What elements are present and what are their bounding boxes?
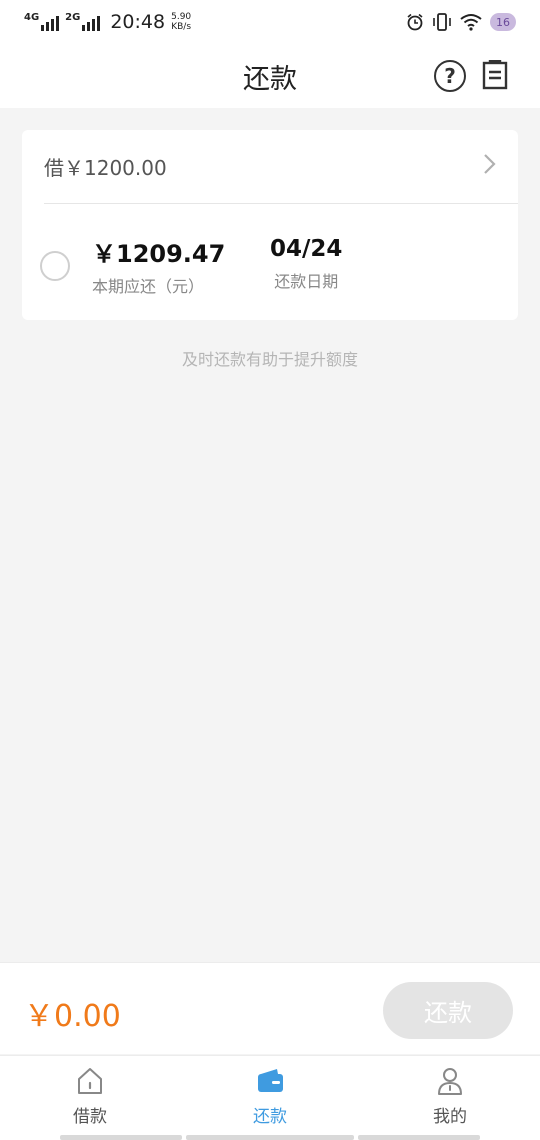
home-icon xyxy=(78,1068,102,1094)
wallet-icon xyxy=(258,1069,283,1092)
nav-hint-center xyxy=(186,1135,354,1140)
repay-button[interactable]: 还款 xyxy=(383,982,513,1039)
installment-amount: ￥1209.47 xyxy=(92,240,226,268)
battery-icon: 16 xyxy=(490,13,516,31)
tab-borrow[interactable]: 借款 xyxy=(30,1066,150,1136)
due-date: 04/24 xyxy=(270,236,343,262)
signal-2g-icon: 2G xyxy=(65,12,101,31)
tab-repay[interactable]: 还款 xyxy=(210,1066,330,1136)
status-left: 4G 2G 20:48 5.90 KB/s xyxy=(24,11,191,33)
user-icon xyxy=(438,1068,462,1095)
repayment-hint: 及时还款有助于提升额度 xyxy=(181,350,358,369)
due-date-label: 还款日期 xyxy=(274,272,339,291)
installment-select-radio[interactable] xyxy=(40,251,70,281)
battery-level: 16 xyxy=(496,15,510,29)
due-date-block: 04/24 还款日期 xyxy=(270,236,342,292)
pay-total: ￥0.00 xyxy=(24,999,121,1034)
help-button[interactable]: ? xyxy=(434,60,466,92)
vibrate-icon xyxy=(433,13,451,31)
tab-label-mine: 我的 xyxy=(433,1107,467,1127)
status-bar: 4G 2G 20:48 5.90 KB/s 16 xyxy=(0,0,540,44)
loan-amount: 借￥1200.00 xyxy=(44,155,167,180)
tab-label-borrow: 借款 xyxy=(73,1107,107,1127)
chevron-right-icon xyxy=(484,154,496,174)
network-speed-unit: KB/s xyxy=(171,22,192,32)
nav-hint-left xyxy=(60,1135,182,1140)
tab-bar: 借款 还款 我的 xyxy=(0,1055,540,1140)
installment-amount-block: ￥1209.47 本期应还（元） xyxy=(92,234,225,297)
loan-card: 借￥1200.00 ￥1209.47 本期应还（元） 04/24 还款日期 xyxy=(22,130,518,320)
loan-summary-row[interactable]: 借￥1200.00 xyxy=(22,130,518,202)
question-mark-icon: ? xyxy=(444,64,456,88)
network-type-1: 4G xyxy=(24,12,40,23)
records-button[interactable] xyxy=(482,60,508,90)
network-speed: 5.90 KB/s xyxy=(171,12,191,32)
status-time: 20:48 xyxy=(110,11,166,33)
network-speed-value: 5.90 xyxy=(171,12,192,22)
pay-bar: ￥0.00 还款 xyxy=(0,962,540,1054)
page-title: 还款 xyxy=(243,63,297,95)
network-type-2: 2G xyxy=(65,12,81,23)
divider xyxy=(44,203,518,204)
signal-4g-icon: 4G xyxy=(24,12,60,31)
installment-amount-label: 本期应还（元） xyxy=(92,277,205,296)
status-right: 16 xyxy=(406,13,516,31)
tab-mine[interactable]: 我的 xyxy=(390,1066,510,1136)
nav-hint-right xyxy=(358,1135,480,1140)
tab-label-repay: 还款 xyxy=(253,1107,287,1127)
alarm-icon xyxy=(407,13,423,31)
wifi-icon xyxy=(460,14,482,31)
header: 还款 ? xyxy=(0,44,540,108)
